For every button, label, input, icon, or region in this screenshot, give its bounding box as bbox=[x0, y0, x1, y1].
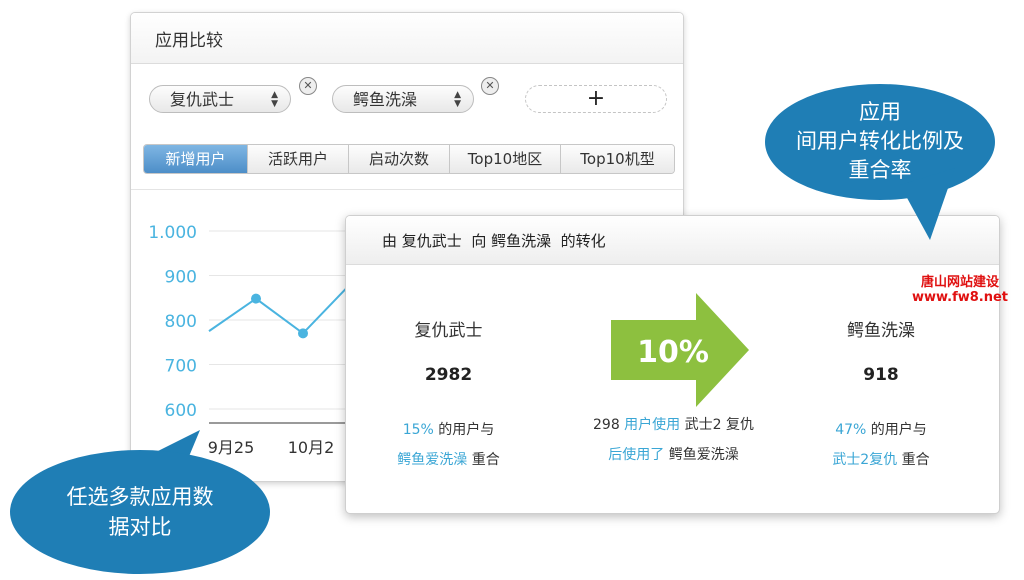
watermark-line: 唐山网站建设 bbox=[920, 275, 999, 290]
panel-header: 应用比较 bbox=[131, 13, 683, 64]
data-point bbox=[251, 293, 261, 304]
x-tick-label: 10月2 bbox=[288, 438, 335, 457]
select-arrows-icon: ▲ ▼ bbox=[271, 90, 278, 109]
overlap-pct: 47% bbox=[835, 422, 867, 438]
y-tick-label: 800 bbox=[165, 312, 197, 332]
to-app-overlap: 47% 的用户与 武士2复仇 重合 bbox=[786, 415, 976, 475]
callout-line: 据对比 bbox=[108, 515, 172, 539]
watermark-line: www.fw8.net bbox=[911, 290, 1009, 305]
to-app-count: 918 bbox=[863, 365, 899, 385]
app-select-label: 鳄鱼洗澡 bbox=[353, 90, 418, 109]
metric-tabs: 新增用户 活跃用户 启动次数 Top10地区 Top10机型 bbox=[143, 144, 675, 174]
callout-text: 任选多款应用数 据对比 bbox=[20, 482, 260, 542]
callout-line: 任选多款应用数 bbox=[66, 485, 214, 509]
y-tick-label: 1.000 bbox=[148, 223, 197, 243]
title-part: 由 bbox=[382, 231, 402, 250]
app-select-label: 复仇武士 bbox=[170, 90, 235, 109]
callout-line: 重合率 bbox=[848, 158, 912, 182]
middle-column: . . 298 用户使用 武士2 复仇 后使用了 鳄鱼爱洗澡 bbox=[551, 316, 796, 470]
conv-highlight: 后使用了 bbox=[608, 447, 665, 463]
app-select-1[interactable]: 复仇武士 ▲ ▼ bbox=[149, 85, 291, 113]
tab-top10-regions[interactable]: Top10地区 bbox=[450, 145, 561, 173]
title-to-app: 鳄鱼洗澡 bbox=[491, 231, 552, 250]
tab-active-users[interactable]: 活跃用户 bbox=[248, 145, 349, 173]
series-line bbox=[208, 283, 351, 335]
overlap-text: 的用户与 bbox=[866, 422, 927, 438]
conv-text: 298 bbox=[593, 417, 625, 433]
overlap-app: 鳄鱼爱洗澡 bbox=[397, 452, 468, 468]
callout-text: 应用 间用户转化比例及 重合率 bbox=[765, 98, 995, 185]
callout-compare: 任选多款应用数 据对比 bbox=[0, 420, 280, 580]
divider bbox=[131, 189, 683, 190]
close-icon[interactable]: ✕ bbox=[299, 77, 317, 95]
conv-text: 鳄鱼爱洗澡 bbox=[664, 447, 739, 463]
app-select-2[interactable]: 鳄鱼洗澡 ▲ ▼ bbox=[332, 85, 474, 113]
tab-launches[interactable]: 启动次数 bbox=[349, 145, 450, 173]
y-tick-label: 600 bbox=[165, 401, 197, 421]
to-app-column: 鳄鱼洗澡 918 47% 的用户与 武士2复仇 重合 bbox=[786, 316, 976, 475]
watermark: 唐山网站建设 www.fw8.net bbox=[905, 275, 1015, 305]
y-tick-label: 700 bbox=[165, 357, 197, 377]
conversion-panel: 由 复仇武士 向 鳄鱼洗澡 的转化 复仇武士 2982 15% 的用户与 鳄鱼爱… bbox=[345, 215, 1000, 514]
callout-line: 间用户转化比例及 bbox=[796, 129, 964, 153]
app-selector-bar: 复仇武士 ▲ ▼ ✕ 鳄鱼洗澡 ▲ ▼ ✕ + bbox=[149, 77, 679, 115]
overlap-text: 重合 bbox=[467, 452, 500, 468]
callout-conversion: 应用 间用户转化比例及 重合率 bbox=[760, 80, 1020, 250]
tab-top10-devices[interactable]: Top10机型 bbox=[561, 145, 674, 173]
to-app-name: 鳄鱼洗澡 bbox=[847, 321, 915, 341]
title-part: 向 bbox=[461, 231, 492, 250]
conv-text: 武士2 复仇 bbox=[680, 417, 754, 433]
conversion-description: 298 用户使用 武士2 复仇 后使用了 鳄鱼爱洗澡 bbox=[551, 410, 796, 470]
select-arrows-icon: ▲ ▼ bbox=[454, 90, 461, 109]
conv-highlight: 用户使用 bbox=[624, 417, 681, 433]
data-point bbox=[298, 328, 308, 339]
from-app-overlap: 15% 的用户与 鳄鱼爱洗澡 重合 bbox=[346, 415, 551, 475]
from-app-name: 复仇武士 bbox=[414, 321, 483, 341]
overlap-text: 的用户与 bbox=[433, 422, 495, 438]
tab-new-users[interactable]: 新增用户 bbox=[144, 145, 248, 173]
overlap-pct: 15% bbox=[402, 422, 434, 438]
callout-line: 应用 bbox=[859, 100, 901, 124]
overlap-app: 武士2复仇 bbox=[832, 452, 898, 468]
from-app-count: 2982 bbox=[424, 365, 473, 385]
from-app-column: 复仇武士 2982 15% 的用户与 鳄鱼爱洗澡 重合 bbox=[346, 316, 551, 475]
y-tick-label: 900 bbox=[165, 268, 197, 288]
title-from-app: 复仇武士 bbox=[401, 231, 462, 250]
panel-title: 应用比较 bbox=[155, 30, 223, 51]
overlap-text: 重合 bbox=[897, 452, 930, 468]
title-part: 的转化 bbox=[551, 231, 606, 250]
close-icon[interactable]: ✕ bbox=[481, 77, 499, 95]
add-app-button[interactable]: + bbox=[525, 85, 667, 113]
